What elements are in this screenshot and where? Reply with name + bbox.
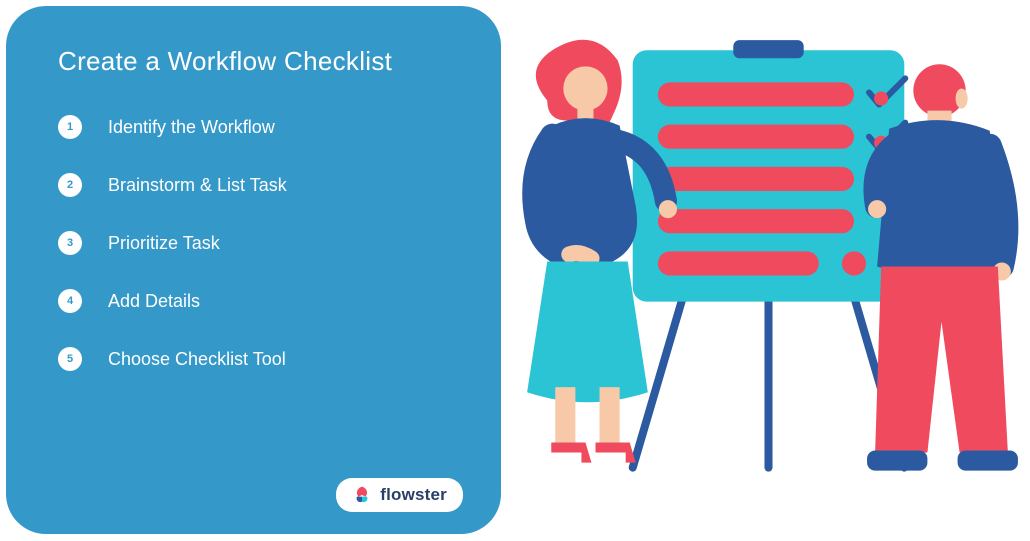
step-badge: 1 — [58, 115, 82, 139]
step-badge: 4 — [58, 289, 82, 313]
step-badge: 5 — [58, 347, 82, 371]
step-4: 4 Add Details — [58, 289, 453, 313]
checklist-scene-icon — [507, 10, 1030, 533]
step-2: 2 Brainstorm & List Task — [58, 173, 453, 197]
step-1: 1 Identify the Workflow — [58, 115, 453, 139]
step-label: Identify the Workflow — [108, 117, 275, 138]
step-label: Choose Checklist Tool — [108, 349, 286, 370]
step-badge: 3 — [58, 231, 82, 255]
brand-text: flowster — [380, 485, 447, 505]
step-label: Prioritize Task — [108, 233, 220, 254]
step-5: 5 Choose Checklist Tool — [58, 347, 453, 371]
steps-list: 1 Identify the Workflow 2 Brainstorm & L… — [58, 115, 453, 371]
illustration — [507, 0, 1030, 541]
brand-icon — [352, 485, 372, 505]
workflow-card: Create a Workflow Checklist 1 Identify t… — [6, 6, 501, 534]
step-label: Add Details — [108, 291, 200, 312]
step-badge: 2 — [58, 173, 82, 197]
card-title: Create a Workflow Checklist — [58, 46, 453, 77]
step-3: 3 Prioritize Task — [58, 231, 453, 255]
step-label: Brainstorm & List Task — [108, 175, 287, 196]
brand-badge: flowster — [336, 478, 463, 512]
